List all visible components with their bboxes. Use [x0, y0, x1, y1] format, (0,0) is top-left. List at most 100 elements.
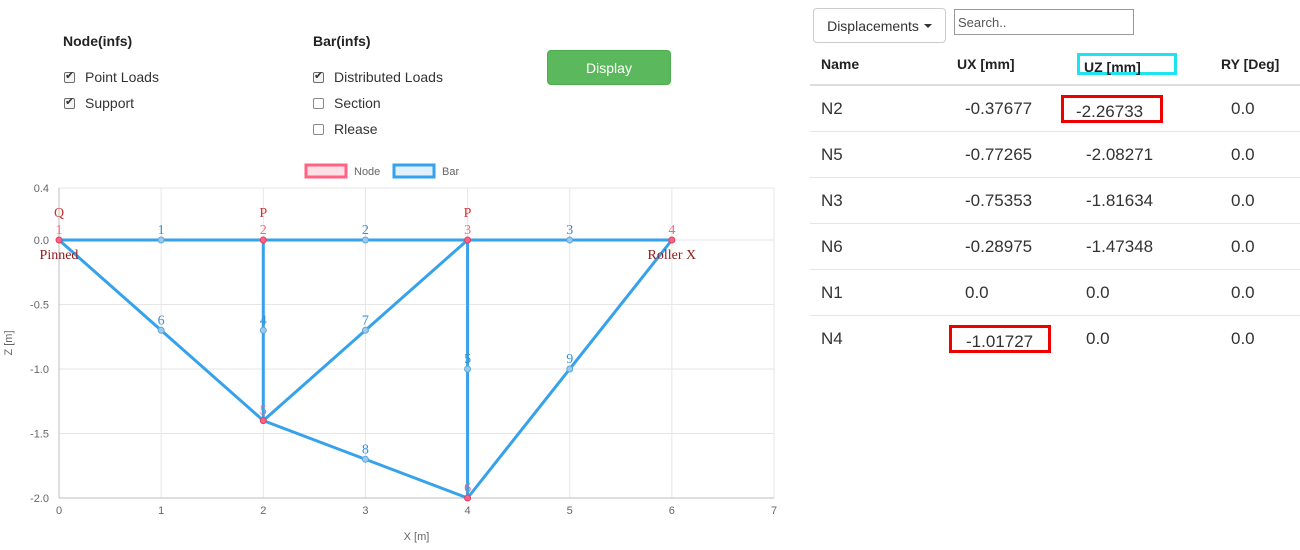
col-ry[interactable]: RY [Deg] [1209, 44, 1300, 86]
cell-ux: 0.0 [927, 269, 1083, 316]
bar-label: 9 [566, 352, 573, 367]
node-label: 4 [668, 223, 675, 238]
y-axis-label: Z [m] [3, 330, 15, 355]
cell-ry: 0.0 [1209, 315, 1300, 361]
col-name-label: Name [821, 56, 860, 72]
structure-chart: 0 1 2 3 4 5 6 7 0.4 0.0 -0.5 -1.0 -1.5 -2.0 X [m] Z [m]… [3, 163, 777, 543]
point-loads-option[interactable]: Point Loads [64, 69, 159, 85]
cell-ux: -0.28975 [927, 223, 1083, 270]
bar-label: 5 [464, 352, 471, 367]
col-uz[interactable]: UZ [mm] [1077, 44, 1209, 86]
uz-max-highlight: -2.26733 [1061, 94, 1163, 123]
table-row[interactable]: N3 -0.75353 -1.81634 0.0 [810, 177, 1300, 224]
support-annotation: P [464, 206, 472, 221]
x-axis-label: X [m] [404, 531, 430, 543]
bar-label: 3 [566, 223, 573, 238]
x-tick-label: 4 [465, 505, 471, 517]
legend-label: Bar [442, 166, 459, 178]
x-tick-label: 0 [56, 505, 62, 517]
node-label: 2 [260, 223, 267, 238]
node-label: 1 [56, 223, 63, 238]
cell-uz: -2.26733 [1061, 84, 1209, 132]
cell-name: N2 [810, 84, 927, 132]
caret-down-icon [923, 23, 932, 28]
distributed-loads-checkbox[interactable] [313, 69, 324, 83]
cell-ux: -0.37677 [927, 84, 1083, 132]
displacement-table: Name UX [mm] UZ [mm] RY [Deg] N2 -0.3767… [810, 44, 1300, 361]
display-button[interactable]: Display [547, 50, 671, 85]
table-row[interactable]: N5 -0.77265 -2.08271 0.0 [810, 131, 1300, 178]
cell-uz: 0.0 [1083, 269, 1209, 316]
cell-ry: 0.0 [1209, 84, 1300, 132]
bar-label: 1 [158, 223, 165, 238]
section-option[interactable]: Section [313, 95, 381, 111]
release-option[interactable]: Rlease [313, 121, 378, 137]
legend-swatch [392, 163, 436, 179]
legend-swatch [304, 163, 348, 179]
node-label: 5 [260, 404, 267, 419]
result-type-dropdown[interactable]: Displacements [813, 8, 946, 43]
release-checkbox[interactable] [313, 123, 324, 135]
y-tick-label: -1.5 [30, 429, 49, 441]
cell-uz: -1.47348 [1083, 223, 1209, 270]
col-uz-label: UZ [mm] [1084, 59, 1141, 75]
cell-name: N6 [810, 223, 927, 270]
bar-label: 7 [362, 313, 369, 328]
section-checkbox[interactable] [313, 97, 324, 109]
uz-max-value: -2.26733 [1076, 101, 1144, 121]
bar-label: 4 [260, 313, 267, 328]
node-options-title: Node(infs) [63, 33, 133, 49]
col-ry-label: RY [Deg] [1221, 56, 1280, 72]
support-annotation: Q [54, 206, 64, 221]
y-tick-label: 0.4 [34, 183, 49, 195]
cell-ry: 0.0 [1209, 269, 1300, 316]
release-label: Rlease [334, 121, 378, 137]
x-tick-label: 2 [260, 505, 266, 517]
legend-label: Node [354, 166, 380, 178]
bar-label: 8 [362, 442, 369, 457]
distributed-loads-label: Distributed Loads [334, 69, 443, 85]
distributed-loads-option[interactable]: Distributed Loads [313, 69, 443, 85]
cell-name: N4 [810, 315, 927, 361]
cell-ry: 0.0 [1209, 223, 1300, 270]
table-row[interactable]: N2 -0.37677 -2.26733 0.0 [810, 84, 1300, 132]
ux-max-highlight: -1.01727 [949, 324, 1051, 353]
node-label: 3 [464, 223, 471, 238]
table-row[interactable]: N4 -1.01727 0.0 0.0 [810, 315, 1300, 361]
cell-ry: 0.0 [1209, 177, 1300, 224]
support-annotation: P [259, 206, 267, 221]
x-tick-label: 3 [362, 505, 368, 517]
table-row[interactable]: N1 0.0 0.0 0.0 [810, 269, 1300, 316]
cell-ry: 0.0 [1209, 131, 1300, 178]
cell-ux: -0.77265 [927, 131, 1083, 178]
cell-ux: -1.01727 [927, 315, 1083, 361]
y-tick-label: 0.0 [34, 235, 49, 247]
cell-uz: 0.0 [1083, 315, 1209, 361]
search-input[interactable] [954, 9, 1134, 35]
col-ux[interactable]: UX [mm] [927, 44, 1083, 86]
support-label: Support [85, 95, 135, 111]
support-annotation: Pinned [40, 248, 79, 263]
col-name[interactable]: Name [810, 44, 927, 86]
x-tick-label: 5 [567, 505, 573, 517]
point-loads-checkbox[interactable] [64, 69, 75, 83]
support-option[interactable]: Support [64, 95, 134, 111]
cell-name: N3 [810, 177, 927, 224]
bar-label: 2 [362, 223, 369, 238]
cell-uz: -1.81634 [1083, 177, 1209, 224]
x-tick-label: 7 [771, 505, 777, 517]
cell-uz: -2.08271 [1083, 131, 1209, 178]
bar-options-title: Bar(infs) [313, 33, 371, 49]
cell-ux: -0.75353 [927, 177, 1083, 224]
ux-max-value: -1.01727 [966, 331, 1034, 351]
support-checkbox[interactable] [64, 95, 75, 109]
point-loads-label: Point Loads [85, 69, 159, 85]
bar-label: 6 [158, 313, 165, 328]
col-ux-label: UX [mm] [957, 56, 1015, 72]
cell-name: N5 [810, 131, 927, 178]
table-row[interactable]: N6 -0.28975 -1.47348 0.0 [810, 223, 1300, 270]
y-tick-label: -2.0 [30, 493, 49, 505]
dropdown-label: Displacements [827, 17, 919, 34]
node-label: 6 [464, 481, 471, 496]
cell-name: N1 [810, 269, 927, 316]
